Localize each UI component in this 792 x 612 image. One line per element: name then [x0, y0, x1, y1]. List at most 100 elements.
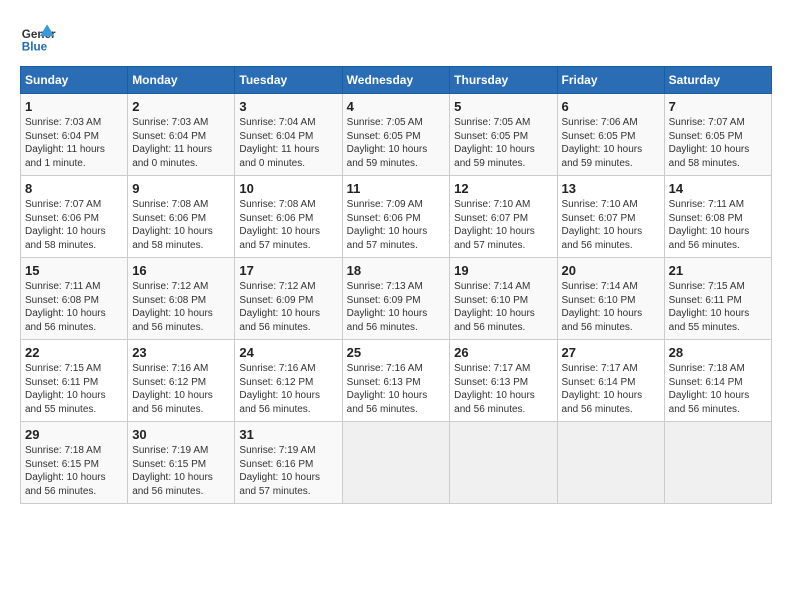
calendar-cell: 4 Sunrise: 7:05 AMSunset: 6:05 PMDayligh… — [342, 94, 450, 176]
weekday-saturday: Saturday — [664, 67, 771, 94]
day-number: 22 — [25, 345, 123, 360]
day-number: 27 — [562, 345, 660, 360]
day-detail: Sunrise: 7:03 AMSunset: 6:04 PMDaylight:… — [132, 116, 230, 170]
calendar-cell — [450, 422, 557, 504]
week-row-1: 1 Sunrise: 7:03 AMSunset: 6:04 PMDayligh… — [21, 94, 772, 176]
day-number: 4 — [347, 99, 446, 114]
calendar-cell: 10 Sunrise: 7:08 AMSunset: 6:06 PMDaylig… — [235, 176, 342, 258]
day-detail: Sunrise: 7:17 AMSunset: 6:14 PMDaylight:… — [562, 362, 660, 416]
calendar-cell: 2 Sunrise: 7:03 AMSunset: 6:04 PMDayligh… — [128, 94, 235, 176]
day-number: 3 — [239, 99, 337, 114]
calendar-cell: 30 Sunrise: 7:19 AMSunset: 6:15 PMDaylig… — [128, 422, 235, 504]
week-row-3: 15 Sunrise: 7:11 AMSunset: 6:08 PMDaylig… — [21, 258, 772, 340]
calendar-cell: 29 Sunrise: 7:18 AMSunset: 6:15 PMDaylig… — [21, 422, 128, 504]
day-number: 15 — [25, 263, 123, 278]
logo: General Blue — [20, 20, 56, 56]
page-header: General Blue — [20, 20, 772, 56]
day-number: 16 — [132, 263, 230, 278]
day-number: 1 — [25, 99, 123, 114]
week-row-2: 8 Sunrise: 7:07 AMSunset: 6:06 PMDayligh… — [21, 176, 772, 258]
day-detail: Sunrise: 7:15 AMSunset: 6:11 PMDaylight:… — [669, 280, 767, 334]
calendar-cell: 11 Sunrise: 7:09 AMSunset: 6:06 PMDaylig… — [342, 176, 450, 258]
calendar-header: SundayMondayTuesdayWednesdayThursdayFrid… — [21, 67, 772, 94]
day-number: 20 — [562, 263, 660, 278]
day-number: 9 — [132, 181, 230, 196]
day-number: 7 — [669, 99, 767, 114]
weekday-wednesday: Wednesday — [342, 67, 450, 94]
day-number: 6 — [562, 99, 660, 114]
day-detail: Sunrise: 7:18 AMSunset: 6:15 PMDaylight:… — [25, 444, 123, 498]
calendar-cell: 21 Sunrise: 7:15 AMSunset: 6:11 PMDaylig… — [664, 258, 771, 340]
logo-icon: General Blue — [20, 20, 56, 56]
weekday-monday: Monday — [128, 67, 235, 94]
day-number: 24 — [239, 345, 337, 360]
weekday-thursday: Thursday — [450, 67, 557, 94]
week-row-4: 22 Sunrise: 7:15 AMSunset: 6:11 PMDaylig… — [21, 340, 772, 422]
day-number: 2 — [132, 99, 230, 114]
calendar-cell: 8 Sunrise: 7:07 AMSunset: 6:06 PMDayligh… — [21, 176, 128, 258]
calendar-cell: 9 Sunrise: 7:08 AMSunset: 6:06 PMDayligh… — [128, 176, 235, 258]
calendar-cell: 1 Sunrise: 7:03 AMSunset: 6:04 PMDayligh… — [21, 94, 128, 176]
day-number: 30 — [132, 427, 230, 442]
day-number: 17 — [239, 263, 337, 278]
day-number: 29 — [25, 427, 123, 442]
day-detail: Sunrise: 7:19 AMSunset: 6:15 PMDaylight:… — [132, 444, 230, 498]
day-detail: Sunrise: 7:06 AMSunset: 6:05 PMDaylight:… — [562, 116, 660, 170]
calendar-cell: 24 Sunrise: 7:16 AMSunset: 6:12 PMDaylig… — [235, 340, 342, 422]
day-number: 19 — [454, 263, 552, 278]
calendar-cell: 27 Sunrise: 7:17 AMSunset: 6:14 PMDaylig… — [557, 340, 664, 422]
day-detail: Sunrise: 7:07 AMSunset: 6:06 PMDaylight:… — [25, 198, 123, 252]
calendar-cell — [557, 422, 664, 504]
calendar-cell: 18 Sunrise: 7:13 AMSunset: 6:09 PMDaylig… — [342, 258, 450, 340]
day-detail: Sunrise: 7:12 AMSunset: 6:09 PMDaylight:… — [239, 280, 337, 334]
day-number: 18 — [347, 263, 446, 278]
calendar-cell: 16 Sunrise: 7:12 AMSunset: 6:08 PMDaylig… — [128, 258, 235, 340]
weekday-sunday: Sunday — [21, 67, 128, 94]
day-detail: Sunrise: 7:14 AMSunset: 6:10 PMDaylight:… — [454, 280, 552, 334]
calendar-table: SundayMondayTuesdayWednesdayThursdayFrid… — [20, 66, 772, 504]
day-number: 5 — [454, 99, 552, 114]
calendar-cell — [664, 422, 771, 504]
day-detail: Sunrise: 7:12 AMSunset: 6:08 PMDaylight:… — [132, 280, 230, 334]
day-detail: Sunrise: 7:10 AMSunset: 6:07 PMDaylight:… — [454, 198, 552, 252]
weekday-header-row: SundayMondayTuesdayWednesdayThursdayFrid… — [21, 67, 772, 94]
calendar-cell: 28 Sunrise: 7:18 AMSunset: 6:14 PMDaylig… — [664, 340, 771, 422]
day-detail: Sunrise: 7:13 AMSunset: 6:09 PMDaylight:… — [347, 280, 446, 334]
calendar-body: 1 Sunrise: 7:03 AMSunset: 6:04 PMDayligh… — [21, 94, 772, 504]
calendar-cell: 22 Sunrise: 7:15 AMSunset: 6:11 PMDaylig… — [21, 340, 128, 422]
day-number: 14 — [669, 181, 767, 196]
day-detail: Sunrise: 7:08 AMSunset: 6:06 PMDaylight:… — [239, 198, 337, 252]
day-detail: Sunrise: 7:19 AMSunset: 6:16 PMDaylight:… — [239, 444, 337, 498]
calendar-cell: 31 Sunrise: 7:19 AMSunset: 6:16 PMDaylig… — [235, 422, 342, 504]
calendar-cell: 13 Sunrise: 7:10 AMSunset: 6:07 PMDaylig… — [557, 176, 664, 258]
weekday-tuesday: Tuesday — [235, 67, 342, 94]
calendar-cell: 19 Sunrise: 7:14 AMSunset: 6:10 PMDaylig… — [450, 258, 557, 340]
day-number: 28 — [669, 345, 767, 360]
calendar-cell — [342, 422, 450, 504]
calendar-cell: 20 Sunrise: 7:14 AMSunset: 6:10 PMDaylig… — [557, 258, 664, 340]
day-number: 13 — [562, 181, 660, 196]
calendar-cell: 3 Sunrise: 7:04 AMSunset: 6:04 PMDayligh… — [235, 94, 342, 176]
day-detail: Sunrise: 7:05 AMSunset: 6:05 PMDaylight:… — [347, 116, 446, 170]
day-number: 8 — [25, 181, 123, 196]
day-detail: Sunrise: 7:16 AMSunset: 6:13 PMDaylight:… — [347, 362, 446, 416]
svg-text:Blue: Blue — [22, 41, 48, 54]
day-detail: Sunrise: 7:16 AMSunset: 6:12 PMDaylight:… — [132, 362, 230, 416]
day-detail: Sunrise: 7:18 AMSunset: 6:14 PMDaylight:… — [669, 362, 767, 416]
day-number: 12 — [454, 181, 552, 196]
calendar-cell: 23 Sunrise: 7:16 AMSunset: 6:12 PMDaylig… — [128, 340, 235, 422]
day-detail: Sunrise: 7:05 AMSunset: 6:05 PMDaylight:… — [454, 116, 552, 170]
calendar-cell: 12 Sunrise: 7:10 AMSunset: 6:07 PMDaylig… — [450, 176, 557, 258]
calendar-cell: 25 Sunrise: 7:16 AMSunset: 6:13 PMDaylig… — [342, 340, 450, 422]
week-row-5: 29 Sunrise: 7:18 AMSunset: 6:15 PMDaylig… — [21, 422, 772, 504]
day-detail: Sunrise: 7:14 AMSunset: 6:10 PMDaylight:… — [562, 280, 660, 334]
day-detail: Sunrise: 7:04 AMSunset: 6:04 PMDaylight:… — [239, 116, 337, 170]
calendar-cell: 6 Sunrise: 7:06 AMSunset: 6:05 PMDayligh… — [557, 94, 664, 176]
calendar-cell: 5 Sunrise: 7:05 AMSunset: 6:05 PMDayligh… — [450, 94, 557, 176]
weekday-friday: Friday — [557, 67, 664, 94]
day-number: 11 — [347, 181, 446, 196]
day-number: 31 — [239, 427, 337, 442]
day-number: 23 — [132, 345, 230, 360]
day-detail: Sunrise: 7:11 AMSunset: 6:08 PMDaylight:… — [669, 198, 767, 252]
day-number: 10 — [239, 181, 337, 196]
